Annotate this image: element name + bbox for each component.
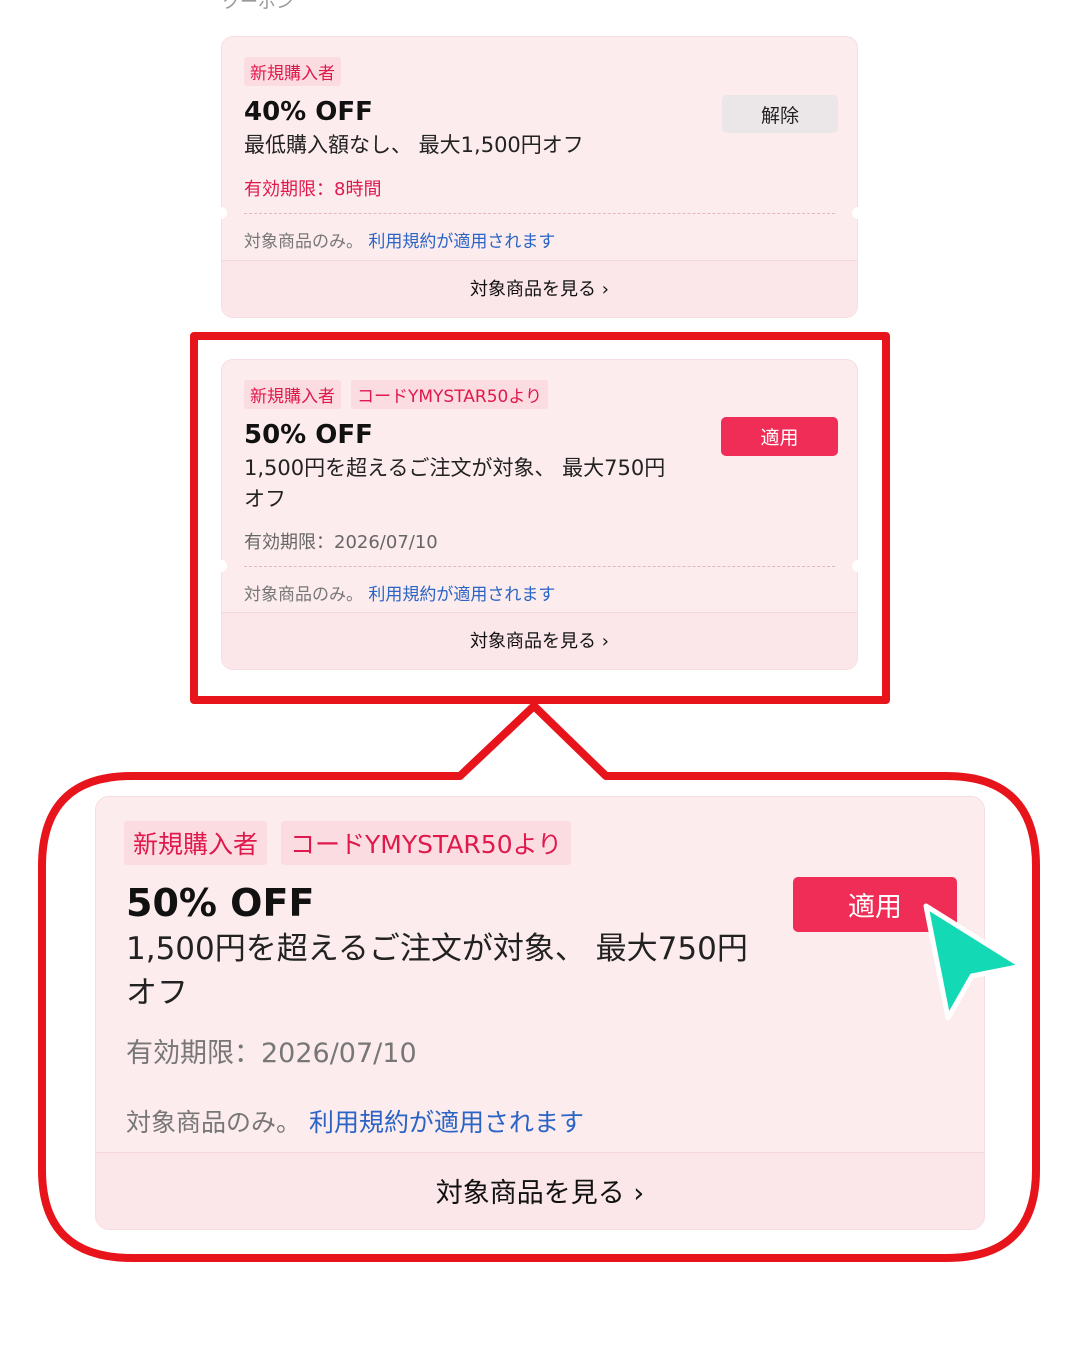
tag-new-buyer: 新規購入者 [124, 821, 268, 865]
coupon-expiry: 有効期限：8時間 [244, 179, 382, 200]
terms-prefix: 対象商品のみ。 [126, 1108, 302, 1137]
view-products-link[interactable]: 対象商品を見る › [222, 275, 857, 301]
coupon-card-40-off: 新規購入者 40% OFF 最低購入額なし、 最大1,500円オフ 有効期限：8… [215, 36, 864, 318]
coupon-tags: 新規購入者 [244, 57, 351, 86]
coupon-title: 40% OFF [244, 97, 373, 127]
coupon-terms: 対象商品のみ。 利用規約が適用されます [244, 227, 555, 252]
section-label: クーポン [222, 0, 294, 13]
terms-link[interactable]: 利用規約が適用されます [368, 232, 555, 252]
view-products-link[interactable]: 対象商品を見る › [96, 1171, 984, 1210]
view-products-band[interactable]: 対象商品を見る › [222, 260, 857, 317]
ticket-notch-left [215, 207, 227, 219]
coupon-title: 50% OFF [126, 881, 315, 925]
view-products-band[interactable]: 対象商品を見る › [96, 1152, 984, 1229]
coupon-description: 1,500円を超えるご注文が対象、 最大750円 オフ [126, 927, 748, 1015]
description-line-1: 1,500円を超えるご注文が対象、 最大750円 [126, 931, 748, 967]
tag-code: コードYMYSTAR50より [281, 821, 572, 865]
apply-button[interactable]: 適用 [793, 877, 957, 932]
coupon-description: 最低購入額なし、 最大1,500円オフ [244, 133, 584, 157]
highlight-frame [190, 332, 890, 704]
description-line-2: オフ [126, 975, 188, 1011]
terms-prefix: 対象商品のみ。 [244, 232, 363, 252]
dashed-separator [244, 213, 835, 214]
ticket-notch-right [96, 811, 110, 825]
coupon-terms: 対象商品のみ。 利用規約が適用されます [126, 1103, 584, 1139]
release-button[interactable]: 解除 [722, 95, 838, 133]
ticket-notch-left [96, 797, 110, 811]
tag-new-buyer: 新規購入者 [244, 57, 341, 86]
terms-link[interactable]: 利用規約が適用されます [309, 1108, 584, 1137]
coupon-tags: 新規購入者 コードYMYSTAR50より [124, 821, 585, 865]
ticket-notch-right [852, 207, 864, 219]
zoomed-coupon-card: 新規購入者 コードYMYSTAR50より 50% OFF 1,500円を超えるご注… [95, 796, 985, 1230]
coupon-expiry: 有効期限：2026/07/10 [126, 1038, 417, 1069]
